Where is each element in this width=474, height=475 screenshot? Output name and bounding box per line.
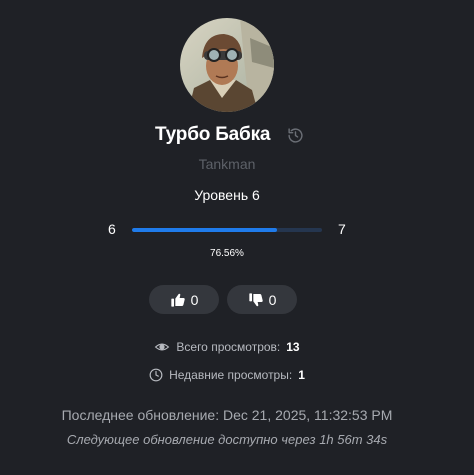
profile-card: Турбо Бабка Tankman Уровень 6 6 7 76.56%… <box>0 0 474 475</box>
clock-icon <box>149 368 163 382</box>
dislike-count: 0 <box>268 291 277 308</box>
last-update-text: Последнее обновление: Dec 21, 2025, 11:3… <box>61 407 393 423</box>
like-count: 0 <box>190 291 199 308</box>
avatar <box>180 18 274 112</box>
recent-views-value: 1 <box>298 368 305 382</box>
eye-icon <box>154 340 170 354</box>
level-progress-fill <box>132 228 278 232</box>
dislike-button[interactable]: 0 <box>227 285 297 314</box>
total-views-row: Всего просмотров: 13 <box>0 340 454 354</box>
level-progress-bar <box>132 228 322 232</box>
current-level: 6 <box>108 221 116 237</box>
thumbs-up-icon <box>170 292 186 308</box>
player-name: Турбо Бабка <box>155 124 271 145</box>
level-label: Уровень 6 <box>194 187 260 203</box>
progress-percent: 76.56% <box>210 248 244 259</box>
total-views-label: Всего просмотров: <box>176 340 281 354</box>
player-subtitle: Tankman <box>198 156 256 172</box>
thumbs-down-icon <box>248 292 264 308</box>
recent-views-label: Недавние просмотры: <box>169 368 293 382</box>
next-level: 7 <box>338 221 346 237</box>
total-views-value: 13 <box>286 340 300 354</box>
history-icon[interactable] <box>287 127 304 144</box>
like-button[interactable]: 0 <box>149 285 219 314</box>
next-update-text: Следующее обновление доступно через 1h 5… <box>66 432 388 447</box>
name-row: Турбо Бабка <box>0 124 474 148</box>
pilot-avatar-image <box>180 18 274 112</box>
recent-views-row: Недавние просмотры: 1 <box>0 368 454 382</box>
